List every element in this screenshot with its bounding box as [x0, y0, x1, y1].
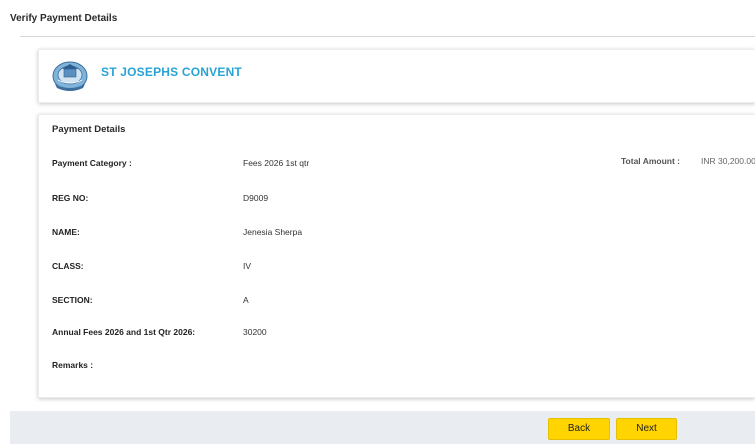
name-label: NAME:	[52, 227, 80, 237]
school-card: ST JOSEPHS CONVENT	[38, 49, 755, 103]
name-value: Jenesia Sherpa	[243, 227, 303, 237]
page-title: Verify Payment Details	[10, 13, 118, 24]
payment-category-value: Fees 2026 1st qtr	[243, 158, 310, 168]
section-value: A	[243, 295, 249, 305]
title-divider	[20, 36, 755, 37]
annual-fees-label: Annual Fees 2026 and 1st Qtr 2026:	[52, 327, 196, 337]
class-value: IV	[243, 261, 252, 271]
school-crest-icon	[52, 61, 88, 91]
reg-no-value: D9009	[243, 193, 269, 203]
action-bar: Back Next	[10, 411, 755, 444]
remarks-label: Remarks :	[52, 360, 94, 370]
total-amount-value: INR 30,200.00	[701, 156, 755, 166]
payment-details-card: Payment Details Payment Category : Fees …	[38, 114, 755, 398]
next-button[interactable]: Next	[616, 418, 677, 440]
school-name: ST JOSEPHS CONVENT	[101, 65, 242, 79]
annual-fees-value: 30200	[243, 327, 267, 337]
payment-details-heading: Payment Details	[52, 124, 126, 135]
payment-category-label: Payment Category :	[52, 158, 132, 168]
class-label: CLASS:	[52, 261, 84, 271]
reg-no-label: REG NO:	[52, 193, 89, 203]
back-button[interactable]: Back	[548, 418, 610, 440]
section-label: SECTION:	[52, 295, 93, 305]
total-amount-label: Total Amount :	[621, 156, 681, 166]
